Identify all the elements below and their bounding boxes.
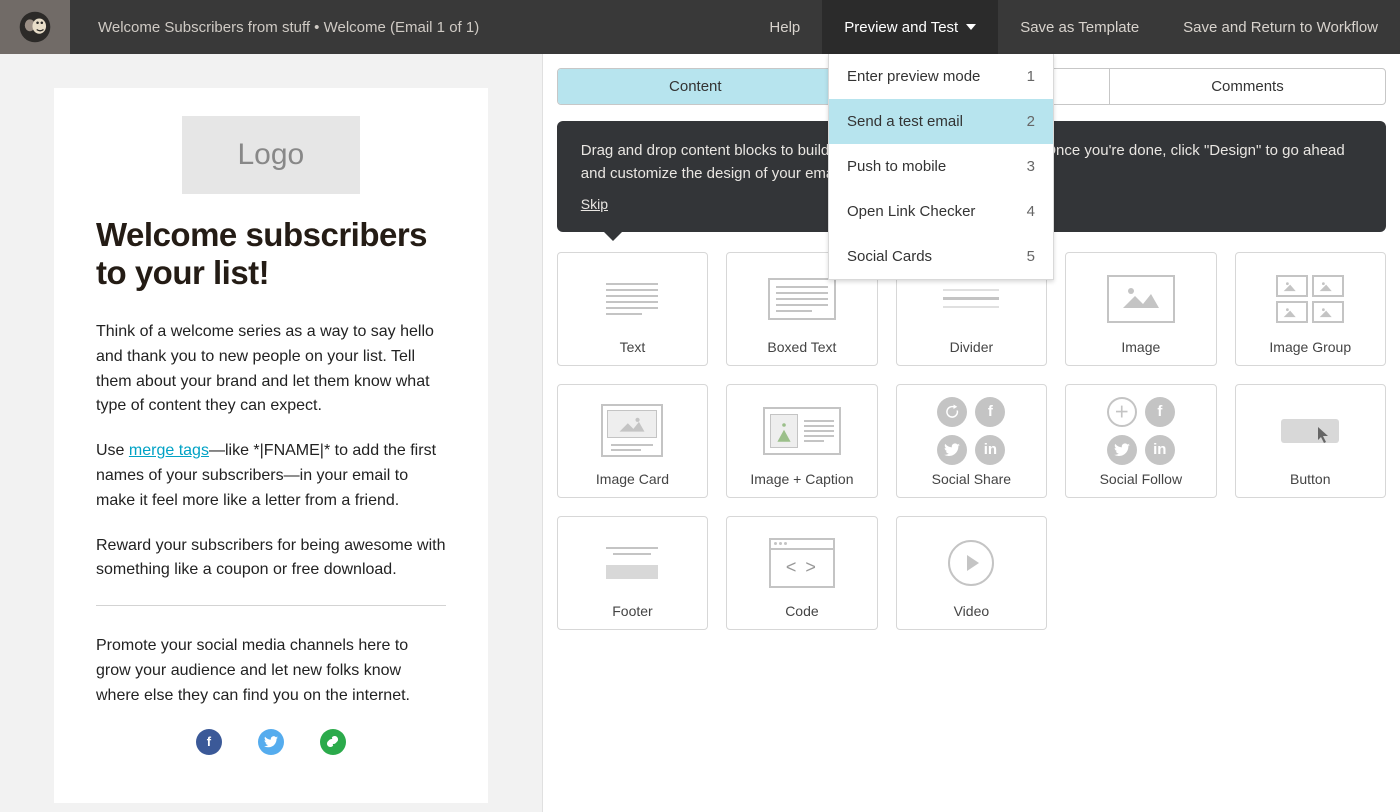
block-code[interactable]: < > Code <box>726 516 877 630</box>
image-card-icon <box>558 385 707 471</box>
block-label: Video <box>954 603 990 619</box>
email-heading[interactable]: Welcome subscribers to your list! <box>96 216 446 292</box>
dd-send-test[interactable]: Send a test email 2 <box>829 99 1053 144</box>
social-follow-icon: ＋ f in <box>1066 385 1215 471</box>
image-caption-icon <box>727 385 876 471</box>
email-paragraph-2[interactable]: Use merge tags—like *|FNAME|* to add the… <box>96 439 446 513</box>
dd-shortcut: 5 <box>1027 248 1035 265</box>
nav-save-template[interactable]: Save as Template <box>998 0 1161 54</box>
block-label: Social Share <box>932 471 1011 487</box>
mailchimp-logo[interactable] <box>0 0 70 54</box>
preview-dropdown: Enter preview mode 1 Send a test email 2… <box>828 54 1054 280</box>
topbar: Welcome Subscribers from stuff • Welcome… <box>0 0 1400 54</box>
nav-preview-label: Preview and Test <box>844 19 958 36</box>
logo-placeholder-wrap: Logo <box>96 116 446 194</box>
block-image[interactable]: Image <box>1065 252 1216 366</box>
tab-comments[interactable]: Comments <box>1110 69 1385 104</box>
block-text[interactable]: Text <box>557 252 708 366</box>
block-image-group[interactable]: Image Group <box>1235 252 1386 366</box>
dd-push-mobile[interactable]: Push to mobile 3 <box>829 144 1053 189</box>
text: Use <box>96 442 129 459</box>
block-button[interactable]: Button <box>1235 384 1386 498</box>
content-blocks-grid: Text Boxed Text Divider Image <box>557 252 1386 630</box>
tip-skip-link[interactable]: Skip <box>581 194 608 216</box>
twitter-icon[interactable] <box>258 729 284 755</box>
email-paragraph-1[interactable]: Think of a welcome series as a way to sa… <box>96 320 446 419</box>
text-block-icon <box>558 253 707 339</box>
tip-arrow-icon <box>603 231 623 241</box>
email-paragraph-3[interactable]: Reward your subscribers for being awesom… <box>96 534 446 584</box>
dd-shortcut: 2 <box>1027 113 1035 130</box>
block-label: Image Group <box>1269 339 1351 355</box>
block-label: Text <box>620 339 646 355</box>
monkey-icon <box>18 10 52 44</box>
dd-label: Enter preview mode <box>847 68 980 85</box>
dd-link-checker[interactable]: Open Link Checker 4 <box>829 189 1053 234</box>
nav-save-return[interactable]: Save and Return to Workflow <box>1161 0 1400 54</box>
dd-shortcut: 3 <box>1027 158 1035 175</box>
block-label: Image + Caption <box>750 471 853 487</box>
social-row[interactable]: f <box>96 729 446 755</box>
page-title: Welcome Subscribers from stuff • Welcome… <box>70 19 747 36</box>
nav-preview-and-test[interactable]: Preview and Test <box>822 0 998 54</box>
logo-placeholder[interactable]: Logo <box>182 116 361 194</box>
code-icon: < > <box>727 517 876 603</box>
block-label: Code <box>785 603 818 619</box>
button-icon <box>1236 385 1385 471</box>
footer-block-icon <box>558 517 707 603</box>
block-label: Footer <box>612 603 652 619</box>
video-icon <box>897 517 1046 603</box>
image-icon <box>1066 253 1215 339</box>
dd-label: Send a test email <box>847 113 963 130</box>
block-label: Image <box>1121 339 1160 355</box>
dd-shortcut: 1 <box>1027 68 1035 85</box>
dd-label: Open Link Checker <box>847 203 975 220</box>
block-label: Image Card <box>596 471 669 487</box>
image-group-icon <box>1236 253 1385 339</box>
dd-social-cards[interactable]: Social Cards 5 <box>829 234 1053 279</box>
main-content: Logo Welcome subscribers to your list! T… <box>0 54 1400 812</box>
facebook-icon[interactable]: f <box>196 729 222 755</box>
email-paragraph-4[interactable]: Promote your social media channels here … <box>96 634 446 708</box>
block-social-follow[interactable]: ＋ f in Social Follow <box>1065 384 1216 498</box>
block-footer[interactable]: Footer <box>557 516 708 630</box>
block-label: Boxed Text <box>767 339 836 355</box>
block-video[interactable]: Video <box>896 516 1047 630</box>
dd-label: Social Cards <box>847 248 932 265</box>
tab-content[interactable]: Content <box>558 69 834 104</box>
block-label: Divider <box>950 339 994 355</box>
divider <box>96 605 446 606</box>
block-label: Button <box>1290 471 1330 487</box>
block-social-share[interactable]: f in Social Share <box>896 384 1047 498</box>
email-canvas[interactable]: Logo Welcome subscribers to your list! T… <box>0 54 542 812</box>
dd-enter-preview[interactable]: Enter preview mode 1 <box>829 54 1053 99</box>
block-image-caption[interactable]: Image + Caption <box>726 384 877 498</box>
nav-help[interactable]: Help <box>747 0 822 54</box>
email-body: Logo Welcome subscribers to your list! T… <box>54 88 488 803</box>
block-label: Social Follow <box>1100 471 1182 487</box>
merge-tags-link[interactable]: merge tags <box>129 442 209 459</box>
dd-label: Push to mobile <box>847 158 946 175</box>
link-icon[interactable] <box>320 729 346 755</box>
social-share-icon: f in <box>897 385 1046 471</box>
block-image-card[interactable]: Image Card <box>557 384 708 498</box>
top-nav: Help Preview and Test Save as Template S… <box>747 0 1400 54</box>
chevron-down-icon <box>966 24 976 30</box>
dd-shortcut: 4 <box>1027 203 1035 220</box>
